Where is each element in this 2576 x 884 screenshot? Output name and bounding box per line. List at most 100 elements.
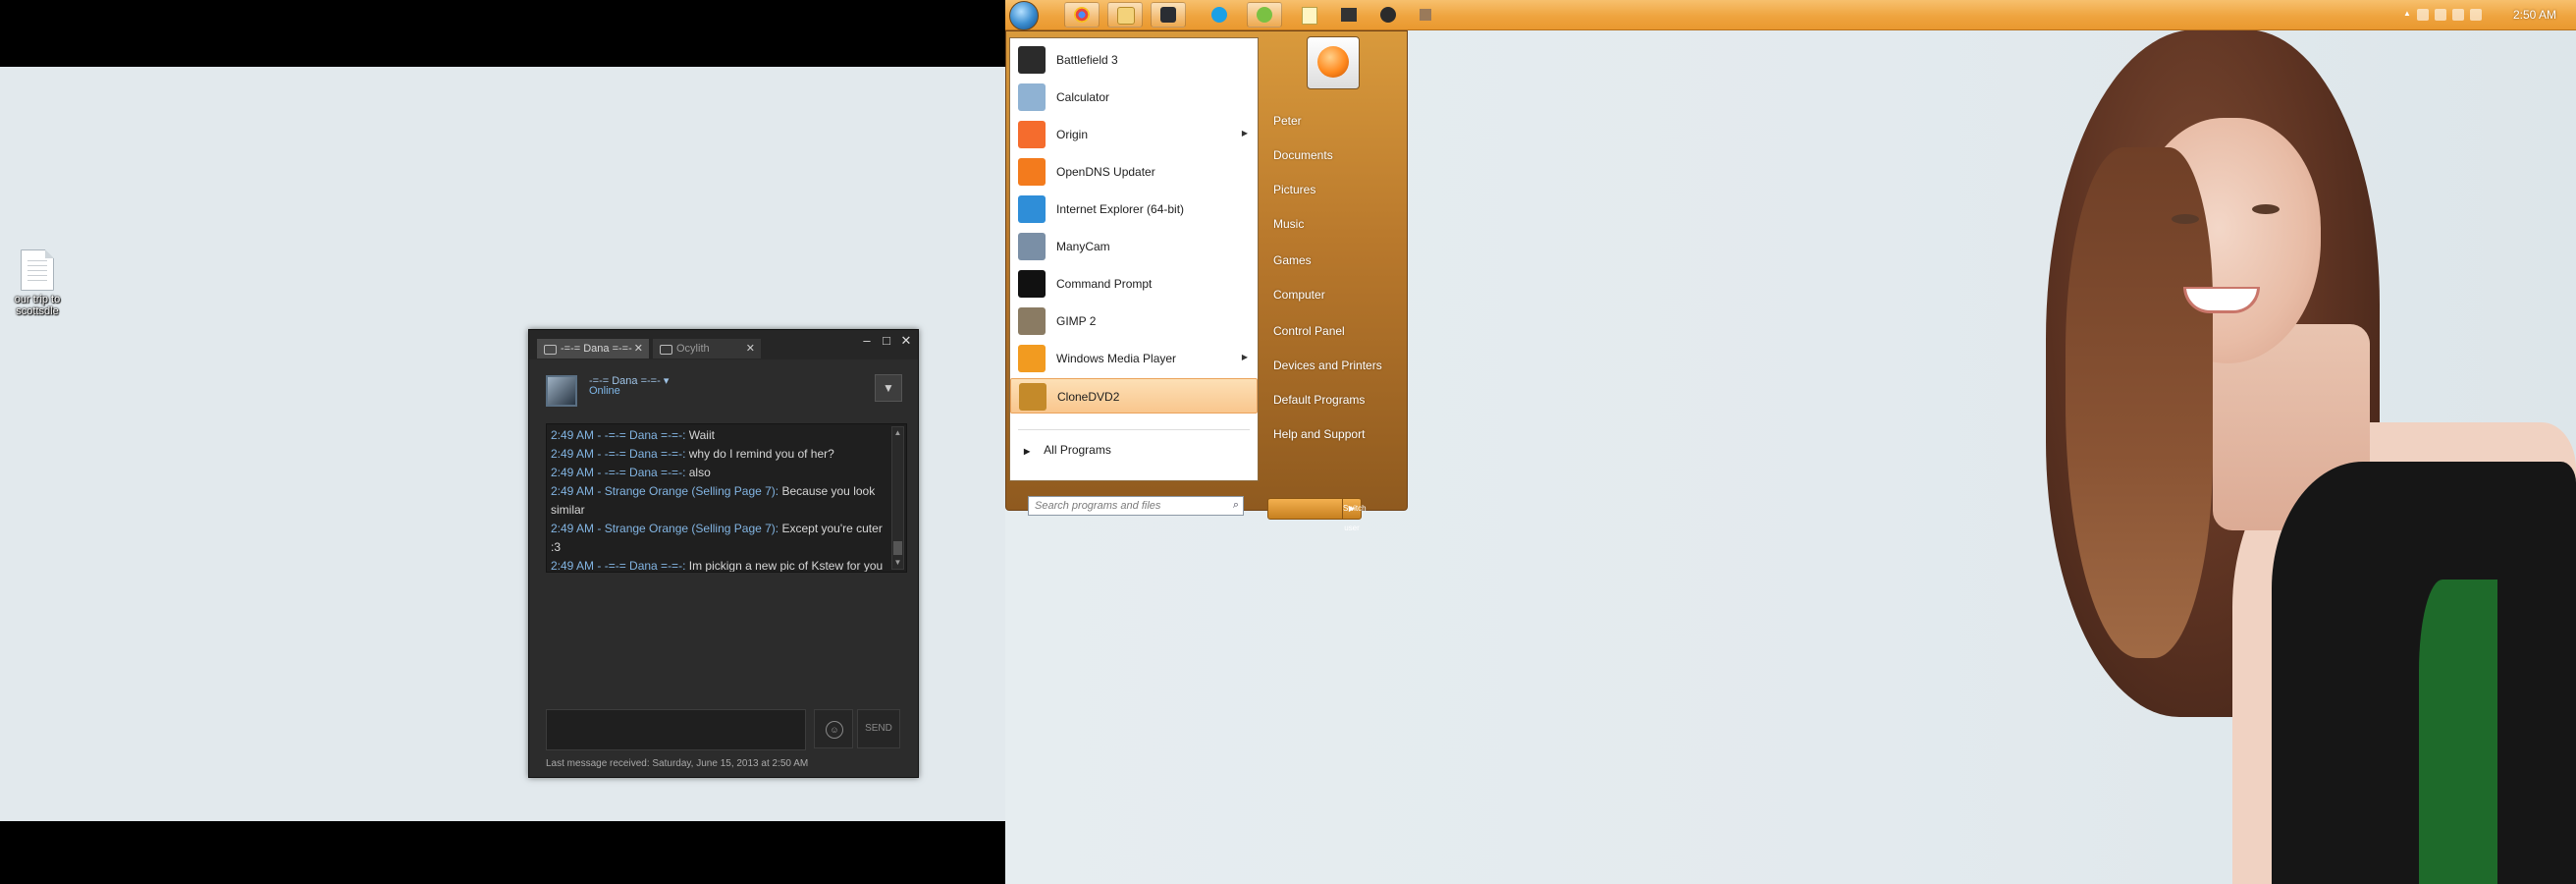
explorer-icon[interactable] (1107, 2, 1143, 28)
search-icon[interactable]: ⌕ (1233, 499, 1239, 512)
scroll-thumb[interactable] (893, 541, 902, 555)
chat-bubble-icon (660, 345, 672, 355)
last-message-received: Last message received: Saturday, June 15… (546, 758, 809, 769)
paint-icon[interactable] (1378, 5, 1398, 25)
start-link-default-programs[interactable]: Default Programs (1273, 393, 1365, 407)
desktop-file-label: our trip to scottsdle (14, 294, 61, 317)
spotify-icon[interactable] (1247, 2, 1282, 28)
submenu-arrow-icon: ▶ (1241, 129, 1248, 138)
start-item-clonedvd[interactable]: CloneDVD2 (1010, 378, 1258, 414)
tab-label: -=-= Dana =-=- (561, 343, 632, 355)
start-item-manycam[interactable]: ManyCam (1010, 229, 1258, 264)
start-item-label: Windows Media Player (1056, 352, 1177, 365)
start-link-control-panel[interactable]: Control Panel (1273, 324, 1345, 338)
message-log[interactable]: 2:49 AM - -=-= Dana =-=-: Waiit 2:49 AM -… (546, 423, 907, 573)
start-link-computer[interactable]: Computer (1273, 288, 1325, 302)
chat-options-dropdown[interactable]: ▼ (875, 374, 902, 402)
chrome-icon[interactable] (1064, 2, 1100, 28)
clonedvd-icon (1019, 383, 1046, 411)
tab-dana[interactable]: -=-= Dana =-=- ✕ (537, 339, 649, 359)
tray-expand-icon[interactable]: ▲ (2403, 9, 2411, 21)
opendns-icon (1018, 158, 1046, 186)
steam-icon[interactable] (1151, 2, 1186, 28)
chat-message: 2:49 AM - -=-= Dana =-=-: also (551, 464, 885, 482)
tray-monitor-icon[interactable] (2452, 9, 2464, 21)
chat-message: 2:49 AM - -=-= Dana =-=-: Im pickign a n… (551, 557, 885, 572)
start-link-pictures[interactable]: Pictures (1273, 183, 1315, 196)
divider (1018, 429, 1250, 430)
start-item-ie[interactable]: Internet Explorer (64-bit) (1010, 192, 1258, 227)
friend-avatar[interactable] (546, 375, 577, 407)
start-item-opendns[interactable]: OpenDNS Updater (1010, 154, 1258, 190)
start-item-label: CloneDVD2 (1057, 390, 1120, 404)
speaker-icon[interactable] (1416, 5, 1435, 25)
ie-icon (1018, 195, 1046, 223)
maximize-icon[interactable]: □ (879, 333, 894, 348)
chat-titlebar[interactable]: -=-= Dana =-=- ✕ Ocylith ✕ – □ ✕ (529, 330, 918, 359)
tray-volume-icon[interactable] (2470, 9, 2482, 21)
steam-chat-window[interactable]: -=-= Dana =-=- ✕ Ocylith ✕ – □ ✕ -=-= Da… (528, 329, 919, 778)
notes-icon[interactable] (1300, 5, 1319, 25)
message-text: also (685, 466, 711, 479)
tray-flag-icon[interactable] (2417, 9, 2429, 21)
arrow-right-icon[interactable]: ▶ (1342, 499, 1361, 519)
calculator-icon (1018, 83, 1046, 111)
chat-message: 2:49 AM - -=-= Dana =-=-: Waiit (551, 426, 885, 445)
message-sender: 2:49 AM - Strange Orange (Selling Page 7… (551, 484, 779, 498)
orange-avatar-icon (1317, 46, 1349, 78)
start-item-label: Origin (1056, 128, 1089, 141)
friend-status: Online (589, 385, 620, 397)
tool-icon[interactable] (1339, 5, 1359, 25)
start-link-games[interactable]: Games (1273, 253, 1312, 267)
minimize-icon[interactable]: – (859, 333, 875, 348)
start-search-input[interactable]: Search programs and files ⌕ (1028, 496, 1244, 516)
chat-message: 2:49 AM - Strange Orange (Selling Page 7… (551, 520, 885, 557)
start-orb-button[interactable] (1009, 1, 1039, 30)
start-item-label: OpenDNS Updater (1056, 165, 1155, 179)
message-scrollbar[interactable]: ▲ ▼ (891, 426, 904, 570)
gimp-icon (1018, 307, 1046, 335)
start-menu[interactable]: Battlefield 3 Calculator Origin ▶ OpenDNS Up… (1005, 30, 1408, 532)
close-tab-icon[interactable]: ✕ (746, 339, 755, 359)
chat-message: 2:49 AM - -=-= Dana =-=-: why do I remin… (551, 445, 885, 464)
message-sender: 2:49 AM - -=-= Dana =-=-: (551, 447, 686, 461)
close-tab-icon[interactable]: ✕ (634, 339, 643, 359)
desktop-file-icon[interactable]: our trip to scottsdle (6, 249, 69, 317)
cmd-icon (1018, 270, 1046, 298)
submenu-arrow-icon: ▶ (1241, 353, 1248, 361)
scroll-down-icon[interactable]: ▼ (892, 557, 903, 569)
message-sender: 2:49 AM - -=-= Dana =-=-: (551, 466, 686, 479)
start-link-documents[interactable]: Documents (1273, 148, 1333, 162)
start-item-label: ManyCam (1056, 240, 1110, 253)
text-file-icon (21, 249, 54, 291)
start-item-calculator[interactable]: Calculator (1010, 80, 1258, 115)
user-picture[interactable] (1307, 36, 1360, 89)
scroll-up-icon[interactable]: ▲ (892, 427, 903, 439)
start-link-help-and-support[interactable]: Help and Support (1273, 427, 1365, 441)
start-item-wmp[interactable]: Windows Media Player ▶ (1010, 341, 1258, 376)
start-item-cmd[interactable]: Command Prompt (1010, 266, 1258, 302)
right-monitor: ▲ 2:50 AM Battlefield 3 Calculator Origin ▶… (1005, 0, 2576, 884)
start-item-origin[interactable]: Origin ▶ (1010, 117, 1258, 152)
start-link-music[interactable]: Music (1273, 217, 1304, 231)
emoticon-button[interactable]: ☺ (814, 709, 853, 748)
start-link-devices-and-printers[interactable]: Devices and Printers (1273, 359, 1382, 372)
arrow-right-icon: ▶ (1024, 447, 1031, 456)
wmp-icon (1018, 345, 1046, 372)
message-input[interactable] (546, 709, 806, 750)
skype-icon[interactable] (1209, 5, 1229, 25)
start-link-peter[interactable]: Peter (1273, 114, 1302, 128)
all-programs-button[interactable]: ▶ All Programs (1024, 443, 1111, 457)
tray-network-icon[interactable] (2435, 9, 2446, 21)
chat-message: 2:49 AM - Strange Orange (Selling Page 7… (551, 482, 885, 520)
switch-user-button[interactable]: Switch user ▶ (1267, 498, 1367, 532)
start-item-battlefield[interactable]: Battlefield 3 (1010, 42, 1258, 78)
start-item-gimp[interactable]: GIMP 2 (1010, 304, 1258, 339)
tab-label: Ocylith (676, 343, 710, 355)
taskbar-clock[interactable]: 2:50 AM (2513, 8, 2556, 22)
send-button[interactable]: SEND (857, 709, 900, 748)
close-window-icon[interactable]: ✕ (898, 333, 914, 349)
start-item-label: GIMP 2 (1056, 314, 1097, 328)
start-item-label: Internet Explorer (64-bit) (1056, 202, 1185, 216)
tab-ocylith[interactable]: Ocylith ✕ (653, 339, 761, 359)
